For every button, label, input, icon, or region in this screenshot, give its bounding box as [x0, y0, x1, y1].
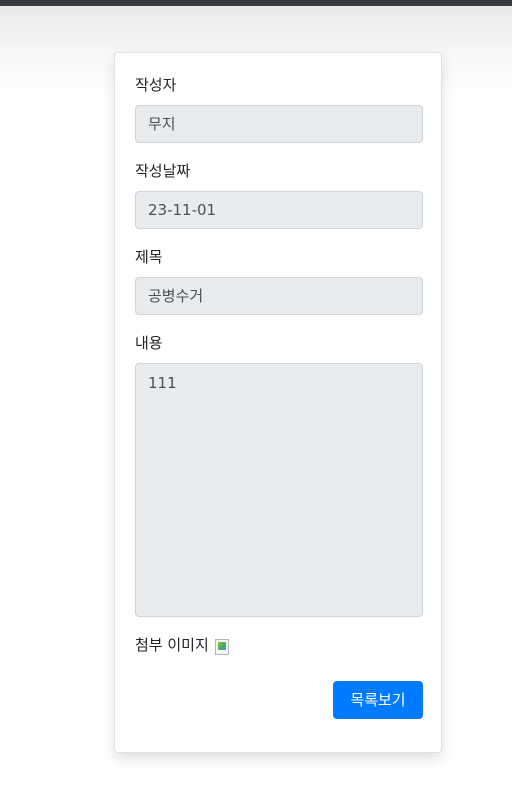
broken-image-icon [214, 639, 229, 655]
post-detail-card: 작성자 무지 작성날짜 23-11-01 제목 공병수거 내용 111 첨부 이… [114, 52, 442, 753]
attachment-row: 첨부 이미지 [135, 635, 229, 655]
date-label: 작성날짜 [135, 162, 191, 180]
content-textarea[interactable]: 111 [135, 363, 423, 617]
author-field[interactable]: 무지 [135, 105, 423, 143]
content-label: 내용 [135, 334, 163, 352]
title-field[interactable]: 공병수거 [135, 277, 423, 315]
list-button[interactable]: 목록보기 [333, 681, 423, 719]
author-label: 작성자 [135, 76, 177, 94]
date-field[interactable]: 23-11-01 [135, 191, 423, 229]
title-label: 제목 [135, 248, 163, 266]
attachment-label: 첨부 이미지 [135, 636, 209, 654]
